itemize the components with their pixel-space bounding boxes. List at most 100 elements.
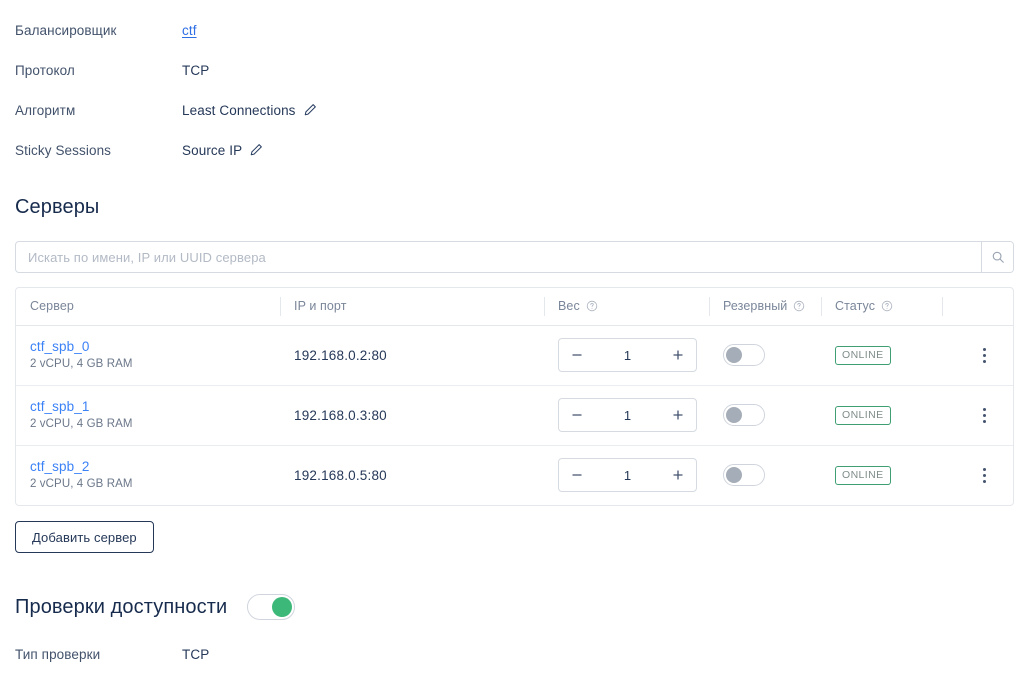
weight-decrement-2[interactable] xyxy=(559,459,595,491)
detail-row-protocol: Протокол TCP xyxy=(0,50,1029,90)
server-link-0[interactable]: ctf_spb_0 xyxy=(30,338,280,355)
cell-actions-0 xyxy=(942,325,1013,385)
healthcheck-details: Тип проверки TCP xyxy=(0,634,1029,674)
add-server-area: Добавить сервер xyxy=(0,506,1029,553)
weight-decrement-0[interactable] xyxy=(559,339,595,371)
reserve-help-icon[interactable] xyxy=(793,300,805,312)
cell-reserve-0 xyxy=(709,325,821,385)
weight-increment-0[interactable] xyxy=(660,339,696,371)
weight-help-icon[interactable] xyxy=(586,300,598,312)
detail-value-sticky-sessions: Source IP xyxy=(182,143,242,158)
cell-status-2: ONLINE xyxy=(821,445,942,505)
balancer-details: Балансировщик ctf Протокол TCP Алгоритм … xyxy=(0,10,1029,170)
server-search-box xyxy=(15,241,1014,273)
plus-icon xyxy=(672,469,684,481)
healthcheck-title: Проверки доступности xyxy=(15,596,227,619)
column-header-server: Сервер xyxy=(16,288,280,325)
cell-status-0: ONLINE xyxy=(821,325,942,385)
cell-server-1: ctf_spb_1 2 vCPU, 4 GB RAM xyxy=(16,385,280,445)
detail-row-sticky-sessions: Sticky Sessions Source IP xyxy=(0,130,1029,170)
weight-value-0: 1 xyxy=(595,348,660,363)
reserve-toggle-0[interactable] xyxy=(723,344,765,366)
server-search-button[interactable] xyxy=(981,242,1013,272)
detail-value-balancer: ctf xyxy=(182,23,197,38)
column-header-reserve-label: Резервный xyxy=(723,299,787,313)
reserve-toggle-2[interactable] xyxy=(723,464,765,486)
toggle-knob xyxy=(272,597,292,617)
column-header-ip-label: IP и порт xyxy=(294,299,347,313)
table-row: ctf_spb_0 2 vCPU, 4 GB RAM 192.168.0.2:8… xyxy=(16,325,1013,385)
detail-label-sticky-sessions: Sticky Sessions xyxy=(15,143,182,158)
weight-increment-2[interactable] xyxy=(660,459,696,491)
servers-table-container: Сервер IP и порт Вес xyxy=(15,287,1014,506)
edit-algorithm-pencil-icon[interactable] xyxy=(303,103,317,117)
weight-stepper-0: 1 xyxy=(558,338,697,372)
toggle-knob xyxy=(726,467,742,483)
row-menu-icon-2[interactable] xyxy=(974,462,996,488)
reserve-toggle-1[interactable] xyxy=(723,404,765,426)
edit-sticky-sessions-pencil-icon[interactable] xyxy=(249,143,263,157)
weight-stepper-2: 1 xyxy=(558,458,697,492)
status-help-icon[interactable] xyxy=(881,300,893,312)
server-search-area xyxy=(0,241,1029,273)
status-badge-1: ONLINE xyxy=(835,406,891,425)
column-header-weight: Вес xyxy=(544,288,709,325)
balancer-link[interactable]: ctf xyxy=(182,23,197,38)
server-spec-0: 2 vCPU, 4 GB RAM xyxy=(30,356,280,372)
page-root: Балансировщик ctf Протокол TCP Алгоритм … xyxy=(0,10,1029,670)
add-server-button[interactable]: Добавить сервер xyxy=(15,521,154,553)
search-icon xyxy=(991,250,1005,264)
row-menu-icon-1[interactable] xyxy=(974,402,996,428)
cell-status-1: ONLINE xyxy=(821,385,942,445)
detail-value-algorithm: Least Connections xyxy=(182,103,296,118)
weight-decrement-1[interactable] xyxy=(559,399,595,431)
cell-ip-0: 192.168.0.2:80 xyxy=(280,325,544,385)
column-header-weight-label: Вес xyxy=(558,299,580,313)
cell-weight-2: 1 xyxy=(544,445,709,505)
cell-ip-2: 192.168.0.5:80 xyxy=(280,445,544,505)
row-menu-icon-0[interactable] xyxy=(974,342,996,368)
server-link-2[interactable]: ctf_spb_2 xyxy=(30,458,280,475)
detail-label-balancer: Балансировщик xyxy=(15,23,182,38)
column-header-status-label: Статус xyxy=(835,299,875,313)
toggle-knob xyxy=(726,407,742,423)
cell-weight-0: 1 xyxy=(544,325,709,385)
column-header-actions xyxy=(942,288,1013,325)
detail-value-algorithm-wrap: Least Connections xyxy=(182,103,317,118)
detail-value-sticky-wrap: Source IP xyxy=(182,143,263,158)
weight-increment-1[interactable] xyxy=(660,399,696,431)
detail-label-algorithm: Алгоритм xyxy=(15,103,182,118)
status-badge-0: ONLINE xyxy=(835,346,891,365)
table-row: ctf_spb_2 2 vCPU, 4 GB RAM 192.168.0.5:8… xyxy=(16,445,1013,505)
minus-icon xyxy=(571,409,583,421)
servers-section-title: Серверы xyxy=(0,196,1029,219)
detail-row-algorithm: Алгоритм Least Connections xyxy=(0,90,1029,130)
servers-table-body: ctf_spb_0 2 vCPU, 4 GB RAM 192.168.0.2:8… xyxy=(16,325,1013,505)
server-spec-2: 2 vCPU, 4 GB RAM xyxy=(30,476,280,492)
minus-icon xyxy=(571,469,583,481)
column-header-ip: IP и порт xyxy=(280,288,544,325)
server-search-input[interactable] xyxy=(16,242,981,272)
healthcheck-toggle[interactable] xyxy=(247,594,295,620)
cell-reserve-2 xyxy=(709,445,821,505)
detail-label-protocol: Протокол xyxy=(15,63,182,78)
plus-icon xyxy=(672,409,684,421)
healthcheck-header: Проверки доступности xyxy=(0,594,1029,620)
column-header-status: Статус xyxy=(821,288,942,325)
cell-weight-1: 1 xyxy=(544,385,709,445)
column-header-server-label: Сервер xyxy=(30,299,74,313)
healthcheck-value-type: TCP xyxy=(182,647,209,662)
servers-table: Сервер IP и порт Вес xyxy=(16,288,1013,505)
minus-icon xyxy=(571,349,583,361)
plus-icon xyxy=(672,349,684,361)
detail-value-protocol: TCP xyxy=(182,63,209,78)
server-spec-1: 2 vCPU, 4 GB RAM xyxy=(30,416,280,432)
weight-value-1: 1 xyxy=(595,408,660,423)
detail-row-balancer: Балансировщик ctf xyxy=(0,10,1029,50)
table-row: ctf_spb_1 2 vCPU, 4 GB RAM 192.168.0.3:8… xyxy=(16,385,1013,445)
toggle-knob xyxy=(726,347,742,363)
server-link-1[interactable]: ctf_spb_1 xyxy=(30,398,280,415)
cell-ip-1: 192.168.0.3:80 xyxy=(280,385,544,445)
healthcheck-row-type: Тип проверки TCP xyxy=(0,634,1029,674)
weight-stepper-1: 1 xyxy=(558,398,697,432)
